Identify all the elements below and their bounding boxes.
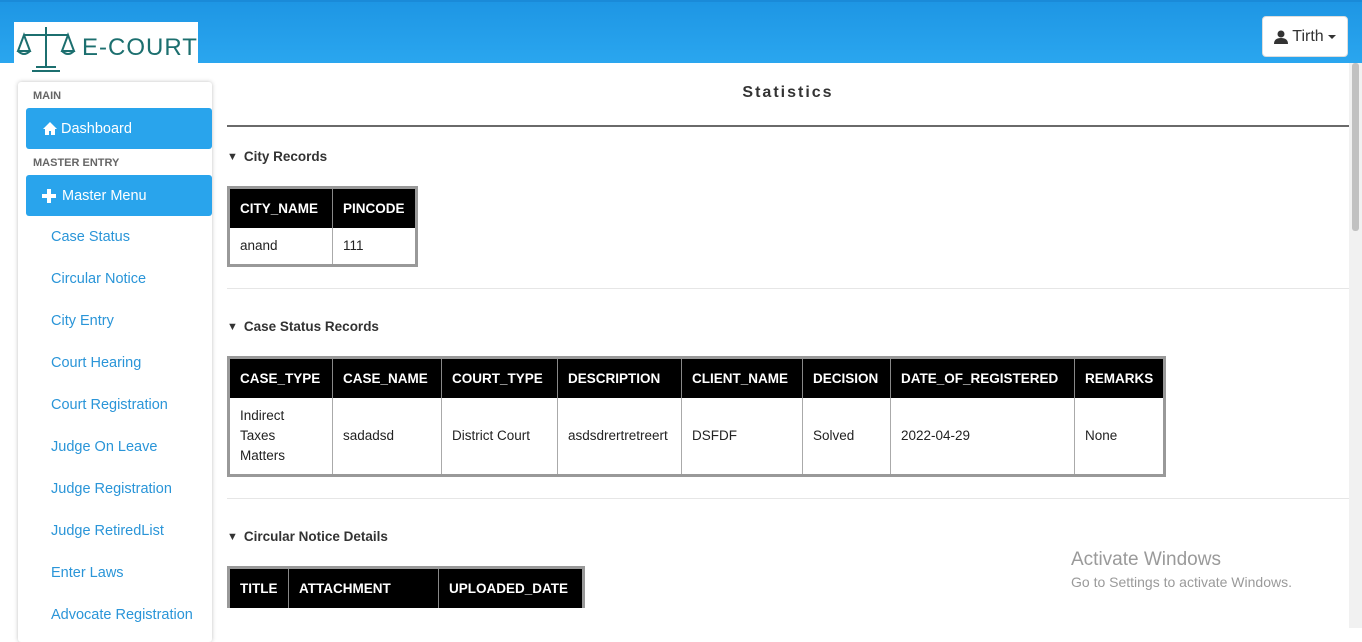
scrollbar-thumb[interactable] xyxy=(1352,63,1359,231)
sidebar-item-dashboard[interactable]: Dashboard xyxy=(26,108,212,149)
divider xyxy=(227,498,1349,499)
column-header: CLIENT_NAME xyxy=(681,357,803,398)
sidebar-section-main: MAIN xyxy=(33,90,62,102)
page-title: Statistics xyxy=(227,84,1349,127)
section-heading: Case Status Records xyxy=(243,319,379,334)
user-icon xyxy=(1274,30,1289,44)
table-cell: DSFDF xyxy=(681,397,803,476)
table-cell: Solved xyxy=(802,397,891,476)
triangle-down-icon: ▼ xyxy=(227,320,238,333)
sidebar-item-master-menu[interactable]: Master Menu xyxy=(26,175,212,216)
table-cell: anand xyxy=(228,227,333,266)
watermark-subtitle: Go to Settings to activate Windows. xyxy=(1071,574,1292,590)
column-header: DECISION xyxy=(802,357,891,398)
table-row: anand 111 xyxy=(228,227,417,266)
sidebar-item-circular-notice[interactable]: Circular Notice xyxy=(18,258,212,300)
table-cell: asdsdrertretreert xyxy=(557,397,682,476)
logo[interactable]: E-COURT xyxy=(14,22,198,74)
vertical-scrollbar[interactable] xyxy=(1349,63,1362,628)
triangle-down-icon: ▼ xyxy=(227,530,238,543)
scales-of-justice-icon xyxy=(16,27,76,72)
table-header-row: CASE_TYPE CASE_NAME COURT_TYPE DESCRIPTI… xyxy=(228,357,1166,398)
user-name: Tirth xyxy=(1292,27,1324,45)
top-header: E-COURT Tirth xyxy=(0,0,1362,74)
case-status-records-toggle[interactable]: ▼ Case Status Records xyxy=(227,319,1349,334)
column-header: COURT_TYPE xyxy=(441,357,558,398)
sidebar-item-court-hearing[interactable]: Court Hearing xyxy=(18,342,212,384)
sidebar-item-judge-on-leave[interactable]: Judge On Leave xyxy=(18,426,212,468)
activation-watermark: Activate Windows Go to Settings to activ… xyxy=(1071,549,1292,590)
section-heading: City Records xyxy=(243,149,328,164)
table-cell: 2022-04-29 xyxy=(890,397,1075,476)
column-header: REMARKS xyxy=(1074,357,1166,398)
sidebar-item-label: Master Menu xyxy=(62,187,147,204)
city-records-toggle[interactable]: ▼ City Records xyxy=(227,149,1349,164)
column-header: TITLE xyxy=(228,567,289,608)
sidebar-item-case-status[interactable]: Case Status xyxy=(18,216,212,258)
sidebar: MAIN Dashboard MASTER ENTRY Master Menu … xyxy=(18,82,212,642)
city-records-table: CITY_NAME PINCODE anand 111 xyxy=(227,186,418,267)
column-header: CITY_NAME xyxy=(228,187,333,228)
column-header: DESCRIPTION xyxy=(557,357,682,398)
sidebar-section-master: MASTER ENTRY xyxy=(33,157,120,169)
circular-notice-details-toggle[interactable]: ▼ Circular Notice Details xyxy=(227,529,1349,544)
circular-notice-table: TITLE ATTACHMENT UPLOADED_DATE xyxy=(227,566,585,608)
table-header-row: CITY_NAME PINCODE xyxy=(228,187,417,228)
column-header: CASE_NAME xyxy=(332,357,442,398)
caret-down-icon xyxy=(1327,34,1336,39)
column-header: DATE_OF_REGISTERED xyxy=(890,357,1075,398)
table-cell: sadadsd xyxy=(332,397,442,476)
divider xyxy=(227,288,1349,289)
column-header: CASE_TYPE xyxy=(228,357,333,398)
sidebar-item-judge-retired-list[interactable]: Judge RetiredList xyxy=(18,510,212,552)
table-cell: District Court xyxy=(441,397,558,476)
sidebar-item-enter-laws[interactable]: Enter Laws xyxy=(18,552,212,594)
column-header: UPLOADED_DATE xyxy=(438,567,584,608)
watermark-title: Activate Windows xyxy=(1071,549,1221,570)
sidebar-item-judge-registration[interactable]: Judge Registration xyxy=(18,468,212,510)
table-cell: Indirect Taxes Matters xyxy=(228,397,333,476)
sidebar-item-label: Dashboard xyxy=(61,120,132,137)
triangle-down-icon: ▼ xyxy=(227,150,238,163)
section-heading: Circular Notice Details xyxy=(243,529,388,544)
table-row: Indirect Taxes Matters sadadsd District … xyxy=(228,397,1166,476)
logo-text: E-COURT xyxy=(82,34,198,61)
sidebar-item-advocate-registration[interactable]: Advocate Registration xyxy=(18,594,212,636)
column-header: PINCODE xyxy=(332,187,417,228)
user-menu-button[interactable]: Tirth xyxy=(1262,16,1348,57)
table-cell: None xyxy=(1074,397,1166,476)
column-header: ATTACHMENT xyxy=(288,567,439,608)
case-status-records-table: CASE_TYPE CASE_NAME COURT_TYPE DESCRIPTI… xyxy=(227,356,1167,477)
sidebar-item-city-entry[interactable]: City Entry xyxy=(18,300,212,342)
home-icon xyxy=(43,122,57,135)
table-cell: 111 xyxy=(332,227,417,266)
plus-icon xyxy=(42,188,56,203)
main-content: Statistics ▼ City Records CITY_NAME PINC… xyxy=(227,63,1349,608)
sidebar-item-court-registration[interactable]: Court Registration xyxy=(18,384,212,426)
table-header-row: TITLE ATTACHMENT UPLOADED_DATE xyxy=(228,567,584,608)
